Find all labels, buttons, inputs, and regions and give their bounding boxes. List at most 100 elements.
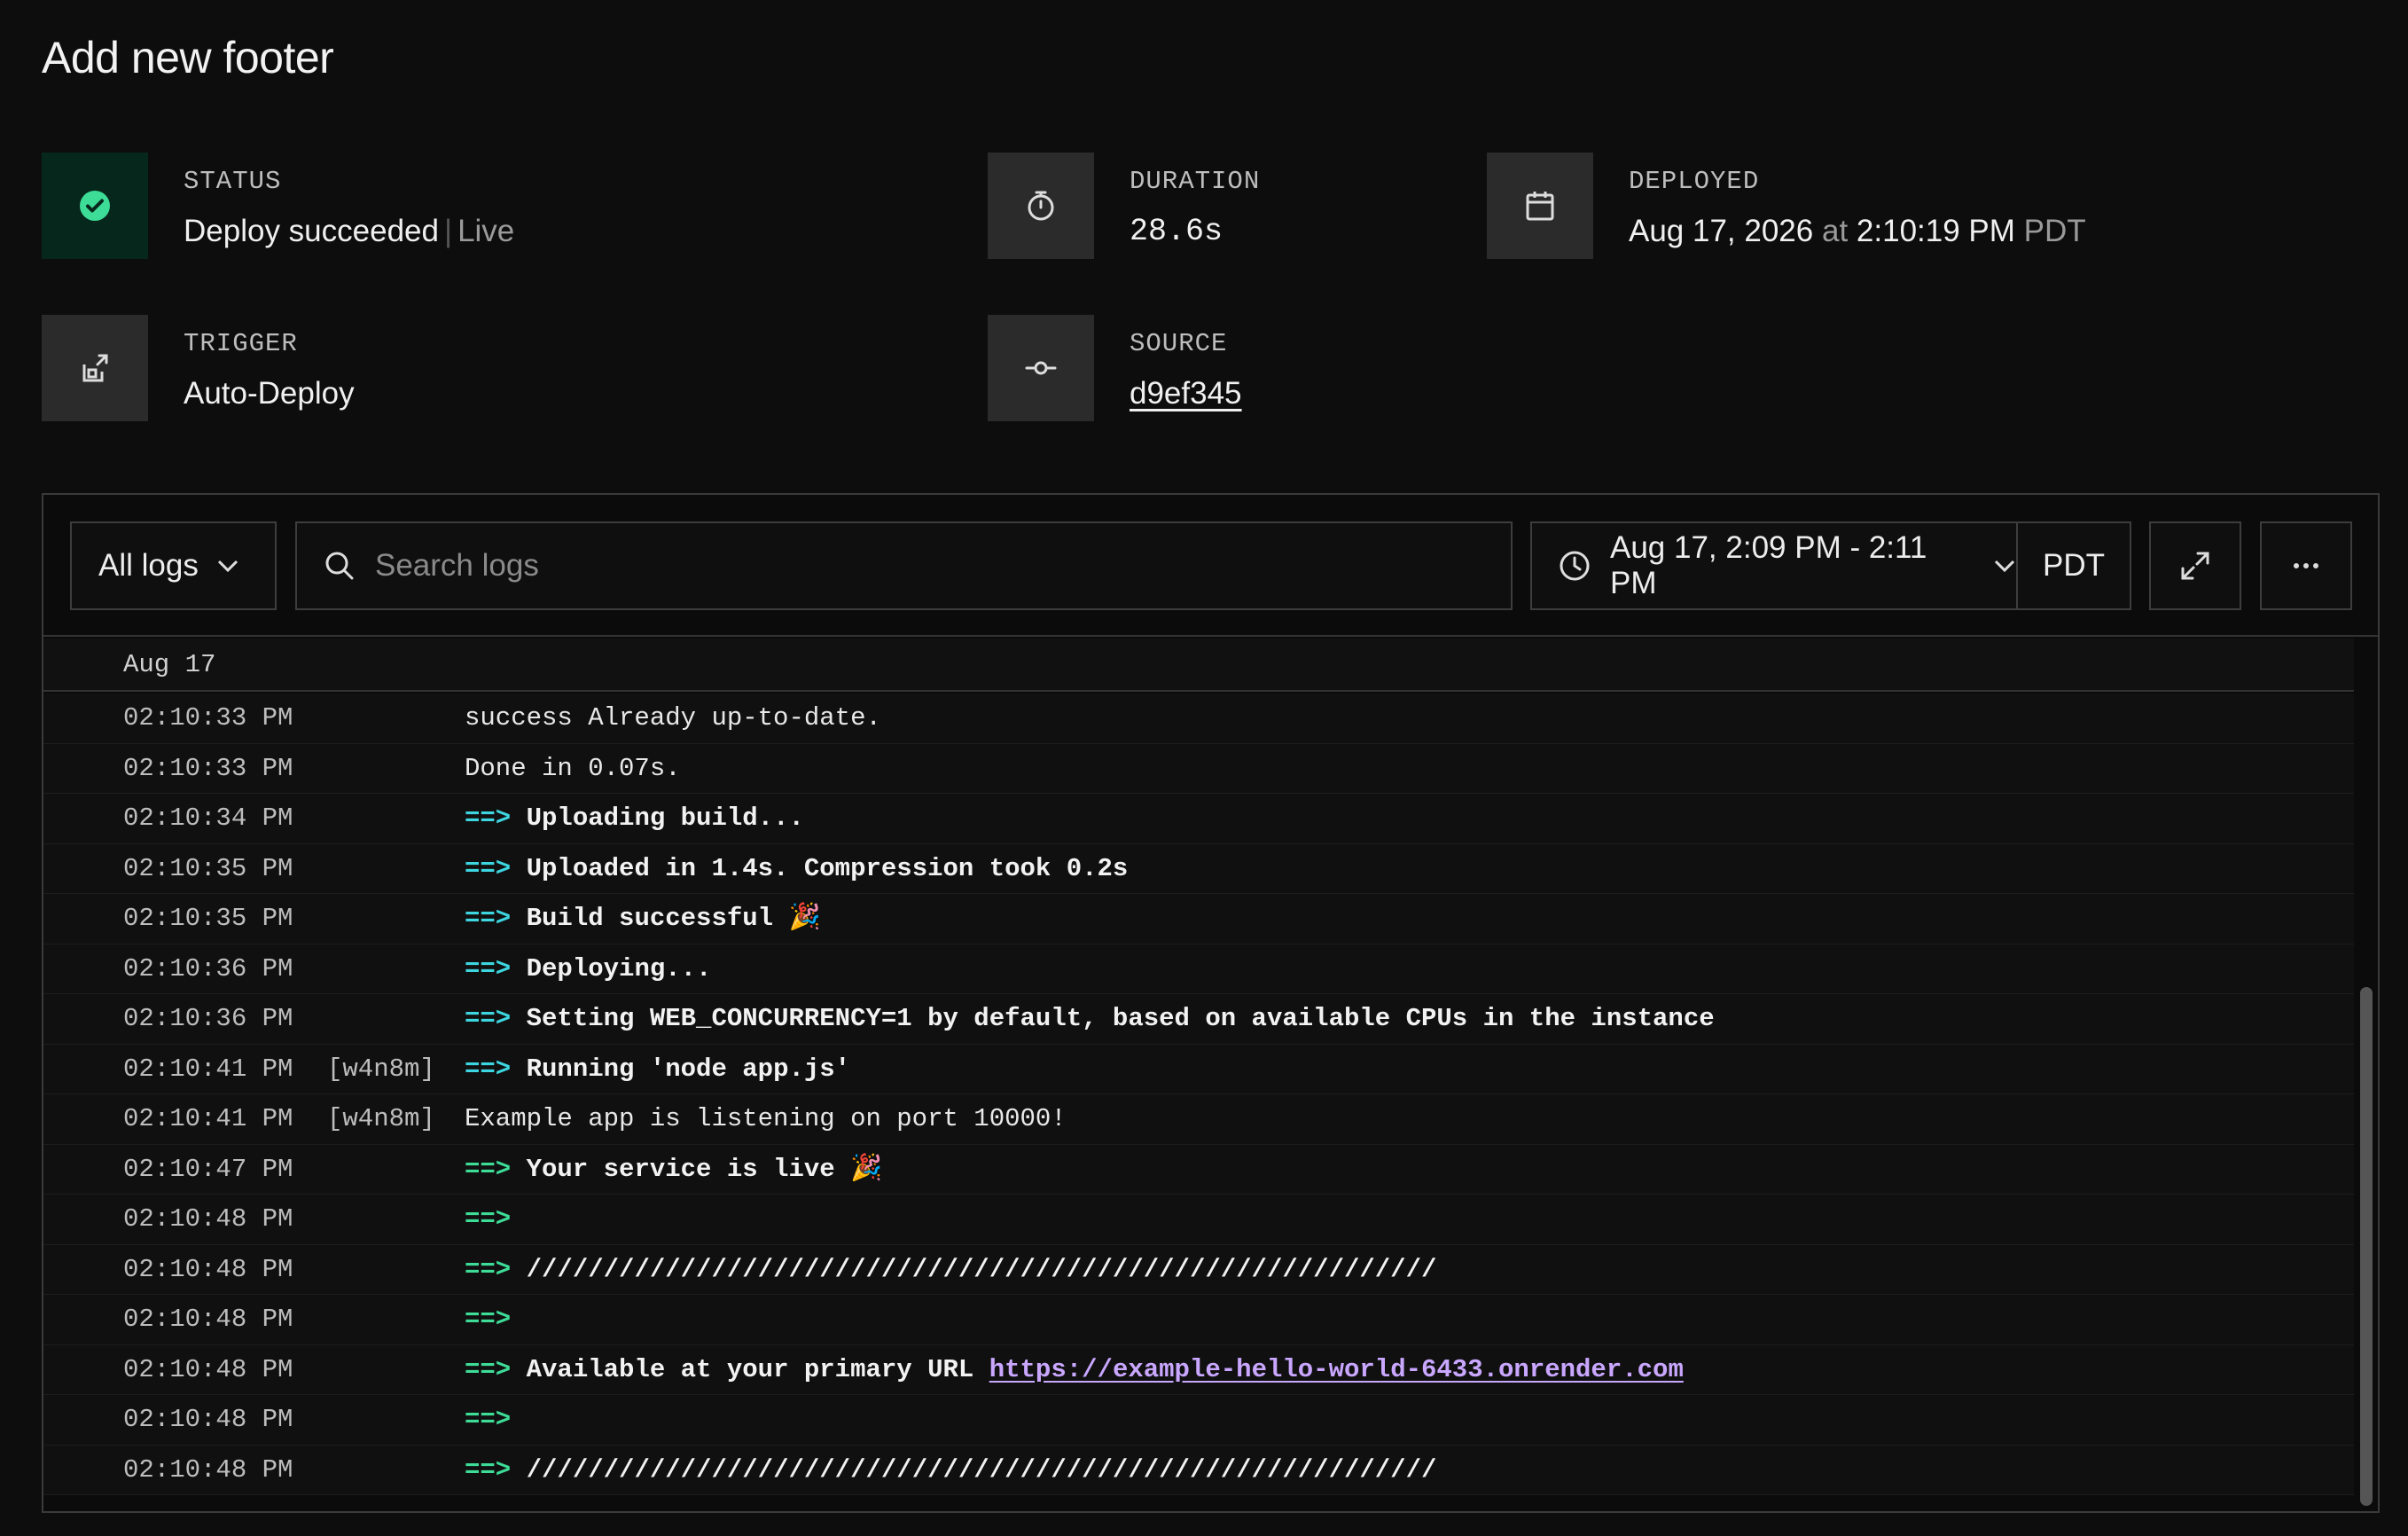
log-arrow: ==> <box>465 1254 512 1284</box>
log-arrow: ==> <box>465 1354 512 1384</box>
log-arrow: ==> <box>465 853 512 883</box>
log-row: 02:10:48 PM ==> /////////////////////////… <box>43 1244 2354 1295</box>
chevron-down-icon <box>1994 560 2015 573</box>
log-message: Example app is listening on port 10000! <box>465 1094 1067 1144</box>
status-value: Deploy succeeded | Live <box>184 214 515 248</box>
logs-panel: All logs Search logs Aug 17, 2:09 PM - 2… <box>42 493 2380 1513</box>
trigger-label: TRIGGER <box>184 329 298 358</box>
log-text: Uploaded in 1.4s. Compression took 0.2s <box>526 853 1129 883</box>
log-message: ==> ////////////////////////////////////… <box>465 1245 1436 1295</box>
log-filter-dropdown[interactable]: All logs <box>70 521 277 610</box>
fullscreen-button[interactable] <box>2149 521 2241 610</box>
log-arrow: ==> <box>465 904 512 933</box>
status-label: STATUS <box>184 167 282 196</box>
search-icon <box>325 552 354 580</box>
log-timestamp: 02:10:33 PM <box>123 703 293 733</box>
log-text: ////////////////////////////////////////… <box>526 1454 1437 1485</box>
trigger-value: Auto-Deploy <box>184 376 355 411</box>
log-row: 02:10:41 PM [w4n8m] ==> Running 'node app.… <box>43 1044 2354 1094</box>
log-row: 02:10:48 PM ==> Available at your primary… <box>43 1344 2354 1395</box>
log-timestamp: 02:10:35 PM <box>123 853 293 883</box>
log-arrow: ==> <box>465 1204 512 1234</box>
commit-link[interactable]: d9ef345 <box>1130 376 1242 411</box>
chevron-down-icon <box>217 560 238 573</box>
deployed-at: at <box>1821 214 1849 248</box>
log-text: ////////////////////////////////////////… <box>526 1254 1437 1284</box>
log-row: 02:10:35 PM ==> Build successful 🎉 <box>43 894 2354 944</box>
log-text: Setting WEB_CONCURRENCY=1 by default, ba… <box>526 1004 1715 1033</box>
trigger-card: TRIGGER Auto-Deploy <box>42 315 355 421</box>
log-row: 02:10:34 PM ==> Uploading build... <box>43 794 2354 844</box>
log-timestamp: 02:10:41 PM <box>123 1054 293 1084</box>
log-row: 02:10:36 PM ==> Deploying... <box>43 944 2354 994</box>
time-range-label: Aug 17, 2:09 PM - 2:11 PM <box>1610 530 1927 600</box>
deployed-date: Aug 17, 2026 <box>1629 214 1814 248</box>
log-text: Running 'node app.js' <box>526 1054 851 1084</box>
log-message: Done in 0.07s. <box>465 744 681 794</box>
log-text: Uploading build... <box>526 803 804 833</box>
status-card: STATUS Deploy succeeded | Live <box>42 153 514 259</box>
duration-value: 28.6s <box>1130 214 1224 249</box>
source-value: d9ef345 <box>1130 376 1242 411</box>
log-row: 02:10:33 PM success Already up-to-date. <box>43 694 2354 744</box>
timezone-button[interactable]: PDT <box>2016 521 2131 610</box>
log-text: Done in 0.07s. <box>465 753 681 783</box>
log-text: Available at your primary URL <box>526 1354 989 1384</box>
status-text: Deploy succeeded <box>184 214 439 248</box>
expand-icon <box>2181 552 2209 580</box>
log-row: 02:10:36 PM ==> Setting WEB_CONCURRENCY=1… <box>43 994 2354 1045</box>
deployed-card: DEPLOYED Aug 17, 2026 at 2:10:19 PM PDT <box>1487 153 2086 259</box>
timezone-label: PDT <box>2043 548 2105 583</box>
log-timestamp: 02:10:48 PM <box>123 1405 293 1434</box>
log-timestamp: 02:10:48 PM <box>123 1454 293 1485</box>
duration-card: DURATION 28.6s <box>988 153 1260 259</box>
log-message: ==> Your service is live 🎉 <box>465 1145 882 1195</box>
log-message: ==> Setting WEB_CONCURRENCY=1 by default… <box>465 994 1715 1044</box>
source-card: SOURCE d9ef345 <box>988 315 1242 421</box>
search-box[interactable]: Search logs <box>295 521 1513 610</box>
duration-label: DURATION <box>1130 167 1261 196</box>
log-day-header: Aug 17 <box>43 639 2354 692</box>
log-message: ==> Available at your primary URL https:… <box>465 1345 1684 1395</box>
log-arrow: ==> <box>465 1054 512 1084</box>
log-filter-label: All logs <box>98 548 199 583</box>
search-input[interactable]: Search logs <box>375 548 539 584</box>
log-timestamp: 02:10:36 PM <box>123 953 293 984</box>
source-label: SOURCE <box>1130 329 1228 358</box>
log-rows: 02:10:33 PM success Already up-to-date. 02… <box>43 694 2354 1495</box>
log-message: ==> <box>465 1395 511 1445</box>
log-text: Deploying... <box>526 953 712 984</box>
log-message: ==> <box>465 1195 511 1244</box>
clock-icon <box>1560 551 1590 581</box>
log-text: success Already up-to-date. <box>465 703 881 733</box>
log-message: ==> Uploaded in 1.4s. Compression took 0… <box>465 844 1128 894</box>
more-options-button[interactable] <box>2260 521 2352 610</box>
service-url-link[interactable]: https://example-hello-world-6433.onrende… <box>989 1355 1684 1384</box>
calendar-icon <box>1487 153 1593 259</box>
log-message: ==> Uploading build... <box>465 794 804 843</box>
log-timestamp: 02:10:36 PM <box>123 1004 293 1033</box>
log-message: ==> Build successful 🎉 <box>465 894 821 944</box>
log-arrow: ==> <box>465 1004 512 1033</box>
deployed-label: DEPLOYED <box>1629 167 1760 196</box>
deployed-value: Aug 17, 2026 at 2:10:19 PM PDT <box>1629 214 2086 249</box>
success-check-icon <box>42 153 148 259</box>
time-range-dropdown[interactable]: Aug 17, 2:09 PM - 2:11 PM <box>1530 521 2018 610</box>
log-timestamp: 02:10:48 PM <box>123 1204 293 1234</box>
log-timestamp: 02:10:48 PM <box>123 1254 293 1284</box>
log-arrow: ==> <box>465 1154 512 1184</box>
log-arrow: ==> <box>465 1405 512 1434</box>
logs-scrollbar[interactable] <box>2360 987 2373 1506</box>
log-row: 02:10:48 PM ==> <box>43 1395 2354 1446</box>
log-row: 02:10:41 PM [w4n8m] Example app is listeni… <box>43 1094 2354 1145</box>
log-instance: [w4n8m] <box>327 1104 435 1133</box>
log-row: 02:10:33 PM Done in 0.07s. <box>43 743 2354 794</box>
log-timestamp: 02:10:33 PM <box>123 753 293 783</box>
log-message: ==> ////////////////////////////////////… <box>465 1446 1436 1495</box>
log-timestamp: 02:10:48 PM <box>123 1305 293 1334</box>
log-row: 02:10:48 PM ==> <box>43 1295 2354 1345</box>
log-timestamp: 02:10:41 PM <box>123 1104 293 1133</box>
timer-icon <box>988 153 1094 259</box>
log-message: ==> <box>465 1295 511 1344</box>
more-icon <box>2294 563 2318 568</box>
